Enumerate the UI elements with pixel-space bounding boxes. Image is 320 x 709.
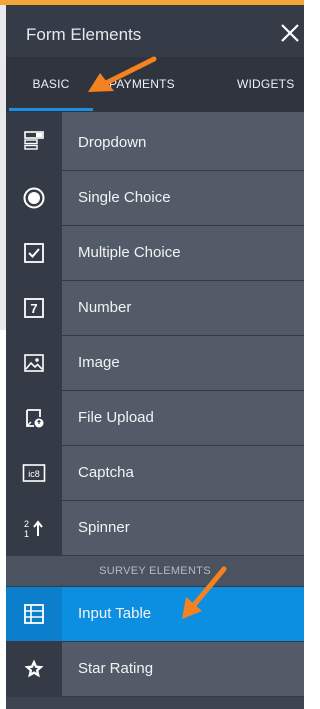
survey-elements-heading: SURVEY ELEMENTS	[6, 556, 304, 587]
element-input-table[interactable]: Input Table	[6, 587, 304, 642]
captcha-icon: ic8	[22, 462, 46, 484]
star-icon	[23, 658, 45, 680]
element-label: Image	[78, 354, 120, 371]
close-icon[interactable]	[278, 21, 302, 45]
element-file-upload[interactable]: File Upload	[6, 391, 304, 446]
checkbox-icon	[23, 242, 45, 264]
element-multiple-choice[interactable]: Multiple Choice	[6, 226, 304, 281]
element-label: Multiple Choice	[78, 244, 181, 261]
panel-title: Form Elements	[26, 25, 142, 44]
svg-text:7: 7	[30, 301, 37, 316]
number-icon: 7	[23, 297, 45, 319]
element-label: Star Rating	[78, 660, 154, 677]
element-label: Dropdown	[78, 134, 147, 151]
element-label: Input Table	[78, 605, 152, 622]
element-label: Captcha	[78, 464, 134, 481]
tab-payments[interactable]: PAYMENTS	[109, 57, 209, 112]
element-label: Spinner	[78, 519, 130, 536]
element-label: Single Choice	[78, 189, 171, 206]
element-dropdown[interactable]: Dropdown	[6, 112, 304, 171]
form-elements-panel: Form Elements BASIC PAYMENTS WIDGETS Dro…	[6, 5, 304, 709]
elements-list: Dropdown Single Choice Multiple Choice 7…	[6, 112, 304, 697]
tab-bar: BASIC PAYMENTS WIDGETS	[6, 57, 304, 112]
tab-basic[interactable]: BASIC	[6, 57, 96, 112]
element-image[interactable]: Image	[6, 336, 304, 391]
panel-header: Form Elements	[6, 5, 304, 57]
element-spinner[interactable]: 21 Spinner	[6, 501, 304, 556]
tab-widgets[interactable]: WIDGETS	[237, 57, 304, 112]
radio-icon	[22, 186, 46, 210]
element-star-rating[interactable]: Star Rating	[6, 642, 304, 697]
dropdown-icon	[23, 130, 45, 152]
grid-table-icon	[23, 603, 45, 625]
element-single-choice[interactable]: Single Choice	[6, 171, 304, 226]
svg-text:1: 1	[24, 529, 29, 539]
svg-text:2: 2	[24, 519, 29, 529]
element-captcha[interactable]: ic8 Captcha	[6, 446, 304, 501]
element-number[interactable]: 7 Number	[6, 281, 304, 336]
svg-text:ic8: ic8	[28, 469, 40, 479]
spinner-icon: 21	[22, 517, 46, 539]
image-icon	[23, 352, 45, 374]
file-upload-icon	[23, 407, 45, 429]
element-label: Number	[78, 299, 132, 316]
element-label: File Upload	[78, 409, 154, 426]
